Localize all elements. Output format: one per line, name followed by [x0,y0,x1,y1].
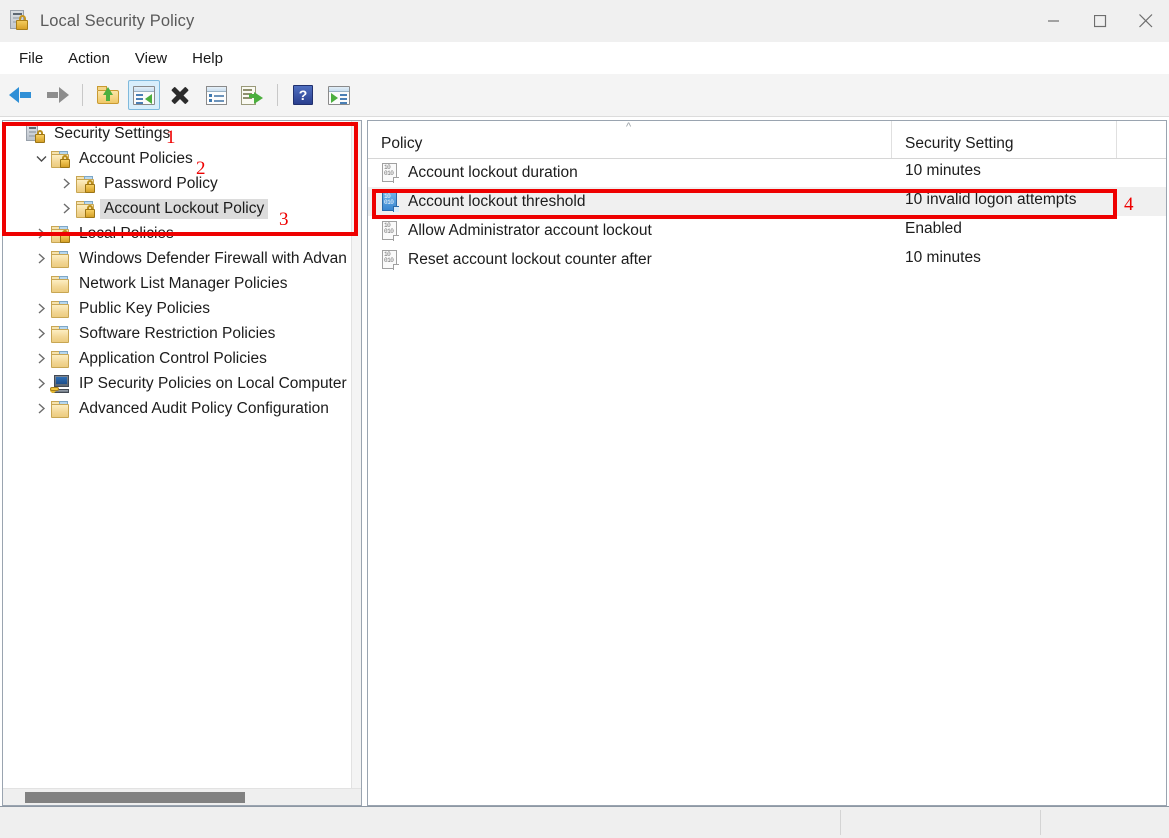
tree-item-network-list-manager-policies[interactable]: Network List Manager Policies [3,271,361,296]
column-header-policy-label: Policy [381,135,423,152]
tree-item-label: Software Restriction Policies [79,324,276,342]
server-lock-icon [9,10,31,32]
toolbar-separator [82,84,83,106]
help-button[interactable]: ? [287,80,319,110]
folder-icon [50,400,70,418]
up-one-level-button[interactable] [92,80,124,110]
policy-setting-icon: 10 010 [381,162,400,183]
tree-item-label: Application Control Policies [79,349,267,367]
policy-setting-value: 10 minutes [905,249,981,266]
tree-item-application-control-policies[interactable]: Application Control Policies [3,346,361,371]
chevron-right-icon[interactable] [32,346,50,371]
tree-item-public-key-policies[interactable]: Public Key Policies [3,296,361,321]
action-pane-icon [328,85,350,105]
delete-button[interactable] [164,80,196,110]
chevron-right-icon[interactable] [32,296,50,321]
policy-setting-icon: 10 010 [381,220,400,241]
policy-setting-value: Enabled [905,220,962,237]
back-arrow-icon [8,86,34,104]
table-row[interactable]: 10 010 Account lockout duration 10 minutes [368,158,1166,187]
policy-setting-value: 10 minutes [905,162,981,179]
annotation-box-threshold-row [372,189,1117,219]
minimize-button[interactable] [1031,0,1077,42]
folder-icon [50,350,70,368]
folder-icon [50,275,70,293]
menu-view[interactable]: View [124,47,178,70]
policy-name: Allow Administrator account lockout [408,221,652,239]
maximize-button[interactable] [1077,0,1123,42]
tree-item-ip-security-policies-on-local-computer[interactable]: IP Security Policies on Local Computer [3,371,361,396]
folder-icon [50,250,70,268]
toolbar: ? [0,74,1169,117]
list-body: 10 010 Account lockout duration 10 minutes 1… [368,158,1166,805]
list-header: Policy ^ Security Setting [368,121,1166,159]
title-bar: Local Security Policy [0,0,1169,42]
policy-setting-icon: 10 010 [381,249,400,270]
tree-item-label: IP Security Policies on Local Computer [79,374,347,392]
tree-item-software-restriction-policies[interactable]: Software Restriction Policies [3,321,361,346]
menu-bar: File Action View Help [0,42,1169,75]
chevron-right-icon[interactable] [32,246,50,271]
policy-name: Reset account lockout counter after [408,250,652,268]
policy-list-panel[interactable]: Policy ^ Security Setting 10 010 Account l… [367,120,1167,806]
help-question-icon: ? [293,85,313,105]
properties-icon [205,85,227,105]
column-header-security-setting-label: Security Setting [905,135,1014,152]
chevron-right-icon[interactable] [32,371,50,396]
folder-icon [50,325,70,343]
console-tree-icon [133,85,155,105]
status-divider-2 [1040,810,1041,835]
properties-button[interactable] [200,80,232,110]
show-action-pane-button[interactable] [323,80,355,110]
annotation-label-4: 4 [1124,194,1134,215]
tree-horizontal-scrollbar[interactable] [3,788,361,805]
policy-name: Account lockout duration [408,163,578,181]
delete-x-icon [169,85,191,105]
menu-file[interactable]: File [8,47,54,70]
sort-ascending-icon: ^ [626,121,632,133]
menu-action[interactable]: Action [57,47,121,70]
back-button[interactable] [5,80,37,110]
folder-up-icon [97,86,119,104]
ip-security-icon [50,374,70,393]
annotation-label-2: 2 [196,158,206,179]
chevron-right-icon[interactable] [32,321,50,346]
tree-item-windows-defender-firewall-with-advan[interactable]: Windows Defender Firewall with Advan [3,246,361,271]
export-list-button[interactable] [236,80,268,110]
export-list-icon [241,85,263,105]
toolbar-separator-2 [277,84,278,106]
folder-icon [50,300,70,318]
annotation-box-tree [2,122,358,236]
tree-item-advanced-audit-policy-configuration[interactable]: Advanced Audit Policy Configuration [3,396,361,421]
tree-item-label: Windows Defender Firewall with Advan [79,249,347,267]
annotation-label-3: 3 [279,209,289,230]
table-row[interactable]: 10 010 Reset account lockout counter after… [368,245,1166,274]
menu-help[interactable]: Help [181,47,234,70]
table-row[interactable]: 10 010 Allow Administrator account lockout… [368,216,1166,245]
column-header-security-setting[interactable]: Security Setting [892,121,1117,158]
show-hide-console-tree-button[interactable] [128,80,160,110]
window-controls [1031,0,1169,42]
tree-item-label: Advanced Audit Policy Configuration [79,399,329,417]
chevron-right-icon[interactable] [32,396,50,421]
status-bar [0,806,1169,838]
forward-button[interactable] [41,80,73,110]
tree-item-label: Network List Manager Policies [79,274,288,292]
tree-item-label: Public Key Policies [79,299,210,317]
window-title: Local Security Policy [40,11,195,30]
close-button[interactable] [1123,0,1169,42]
tree-hscroll-thumb[interactable] [25,792,245,803]
annotation-label-1: 1 [166,127,176,148]
status-divider-1 [840,810,841,835]
forward-arrow-icon [44,86,70,104]
column-header-policy[interactable]: Policy ^ [368,121,892,158]
